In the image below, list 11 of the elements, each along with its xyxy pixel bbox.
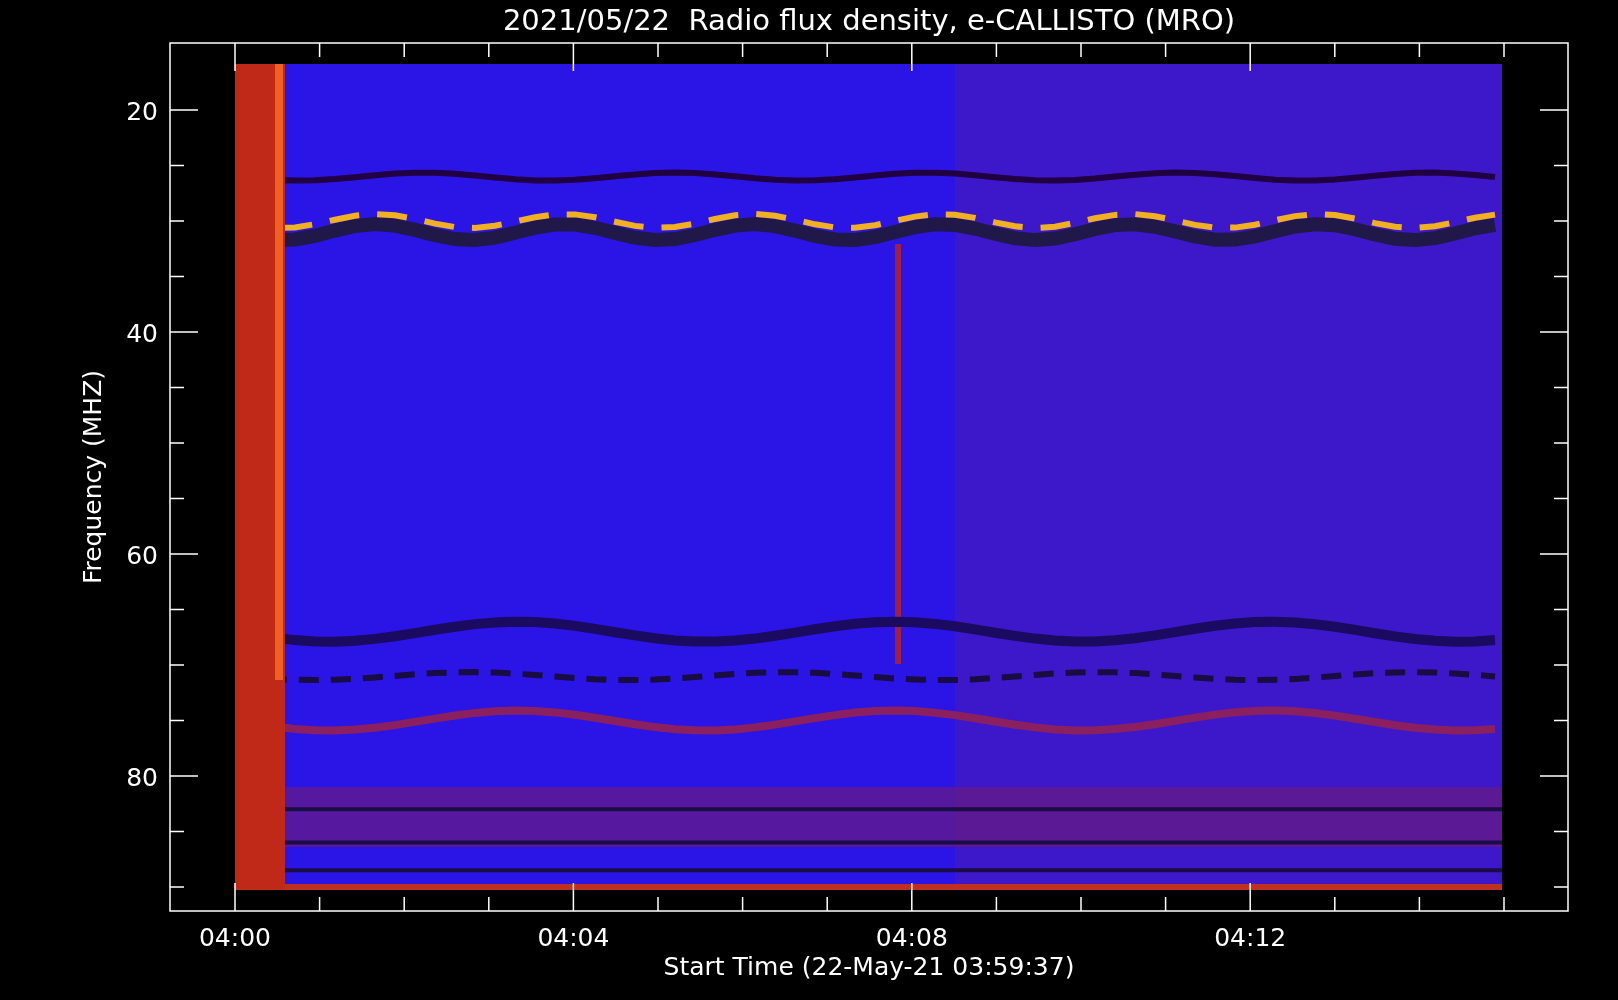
y-tick-label: 20: [126, 97, 158, 126]
y-tick-label: 60: [126, 541, 158, 570]
y-axis-label: Frequency (MHZ): [78, 369, 107, 585]
x-tick-label: 04:08: [875, 923, 948, 952]
x-tick-label: 04:12: [1214, 923, 1287, 952]
x-tick-label: 04:04: [537, 923, 610, 952]
y-tick-label: 80: [126, 763, 158, 792]
x-tick-label: 04:00: [199, 923, 271, 952]
x-axis-label: Start Time (22-May-21 03:59:37): [663, 952, 1075, 981]
y-tick-label: 40: [126, 319, 158, 348]
chart-title: 2021/05/22 Radio flux density, e-CALLISTO (MRO): [502, 3, 1236, 37]
